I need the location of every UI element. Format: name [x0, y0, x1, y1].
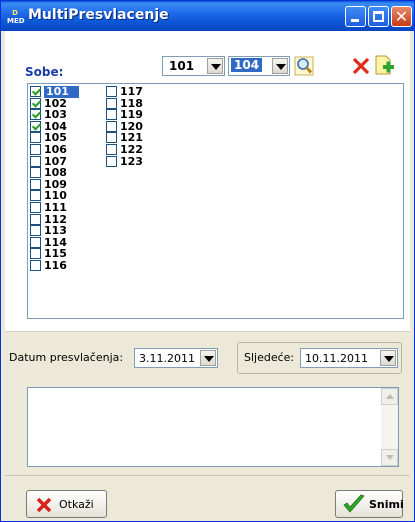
room-checkbox[interactable] [106, 120, 117, 132]
change-date-picker[interactable]: 3.11.2011 [134, 348, 218, 368]
maximize-icon [373, 11, 384, 22]
room-item[interactable]: 113 [30, 225, 79, 237]
room-checkbox[interactable] [106, 86, 117, 97]
room-checkbox[interactable] [30, 201, 41, 213]
room-column-2: 117 118 119 120 121 122 123 [106, 86, 143, 167]
room-checkbox[interactable] [30, 213, 41, 225]
multipresvlacenje-window: D MED MultiPresvlacenje ✕ Sobe: 101 104 [0, 0, 415, 522]
room-checkbox[interactable] [30, 109, 41, 121]
footer-divider [5, 475, 410, 476]
room-item[interactable]: 123 [106, 154, 143, 168]
select-range-button[interactable] [294, 56, 314, 76]
room-checkbox[interactable] [30, 120, 41, 132]
magnifier-icon [294, 56, 314, 76]
cancel-label: Otkaži [59, 498, 94, 511]
divider [5, 331, 410, 339]
room-checkbox[interactable] [30, 236, 41, 248]
notes-scrollbar[interactable] [381, 388, 398, 466]
close-button[interactable]: ✕ [391, 6, 412, 27]
close-icon: ✕ [394, 7, 409, 26]
room-checkbox[interactable] [30, 143, 41, 155]
room-checkbox[interactable] [30, 190, 41, 202]
room-to-select[interactable]: 104 [228, 56, 290, 76]
room-to-value: 104 [231, 58, 263, 72]
room-checkbox[interactable] [106, 155, 117, 167]
room-number: 108 [44, 166, 67, 180]
app-icon: D MED [7, 9, 25, 25]
chevron-down-icon[interactable] [380, 350, 396, 366]
checkmark-icon [343, 494, 365, 513]
room-number: 113 [44, 224, 67, 238]
room-number: 122 [120, 142, 143, 156]
chevron-down-icon[interactable] [207, 58, 223, 74]
room-checkbox[interactable] [30, 248, 41, 260]
room-checkbox[interactable] [30, 225, 41, 237]
room-checkbox[interactable] [30, 155, 41, 167]
chevron-down-icon[interactable] [200, 350, 216, 366]
room-checklist[interactable]: 101 102 103 104 105 106 107 108 109 110 111 112 113 1… [27, 83, 404, 319]
room-item[interactable]: 122 [106, 144, 143, 156]
room-checkbox[interactable] [106, 132, 117, 144]
title-bar[interactable]: D MED MultiPresvlacenje ✕ [1, 1, 414, 31]
room-checkbox[interactable] [106, 143, 117, 155]
add-button[interactable] [373, 54, 395, 76]
room-checkbox[interactable] [30, 167, 41, 179]
room-item[interactable]: 117 [106, 86, 143, 98]
next-date-picker[interactable]: 10.11.2011 [300, 348, 398, 368]
room-checkbox[interactable] [106, 109, 117, 121]
add-document-icon [375, 55, 394, 75]
room-checkbox[interactable] [30, 178, 41, 190]
minimize-button[interactable] [345, 6, 366, 27]
save-button[interactable]: Snimi [335, 490, 404, 518]
room-number: 117 [120, 85, 143, 98]
next-date-label: Sljedeće: [244, 351, 295, 364]
room-checkbox[interactable] [106, 97, 117, 109]
minimize-icon [351, 19, 359, 22]
maximize-button[interactable] [368, 6, 389, 27]
room-checkbox[interactable] [30, 259, 41, 271]
rooms-label: Sobe: [25, 65, 64, 79]
scroll-up-icon[interactable] [381, 388, 398, 405]
cancel-x-icon [36, 497, 52, 513]
scroll-down-icon[interactable] [381, 449, 398, 466]
cancel-button[interactable]: Otkaži [26, 490, 107, 518]
room-item[interactable]: 111 [30, 202, 79, 214]
window-title: MultiPresvlacenje [28, 7, 169, 23]
change-date-label: Datum presvlačenja: [9, 351, 124, 364]
room-checkbox[interactable] [30, 86, 41, 97]
room-column-1: 101 102 103 104 105 106 107 108 109 110 111 112 113 1… [30, 86, 79, 272]
room-number: 116 [44, 258, 67, 272]
room-number: 111 [44, 200, 67, 214]
room-from-value: 101 [169, 59, 195, 73]
room-item[interactable]: 108 [30, 167, 79, 179]
red-x-icon [352, 57, 370, 75]
room-checkbox[interactable] [30, 97, 41, 109]
clear-selection-button[interactable] [351, 56, 371, 76]
room-checkbox[interactable] [30, 132, 41, 144]
room-number: 123 [120, 154, 143, 168]
room-from-select[interactable]: 101 [162, 56, 225, 76]
chevron-down-icon[interactable] [272, 58, 288, 74]
next-date-value: 10.11.2011 [305, 352, 368, 365]
save-label: Snimi [369, 498, 404, 511]
room-item[interactable]: 116 [30, 260, 79, 272]
room-item[interactable]: 106 [30, 144, 79, 156]
notes-textarea[interactable] [27, 387, 399, 467]
room-number: 101 [44, 86, 79, 98]
room-number: 106 [44, 142, 67, 156]
room-item[interactable]: 101 [30, 86, 79, 98]
change-date-value: 3.11.2011 [139, 352, 195, 365]
